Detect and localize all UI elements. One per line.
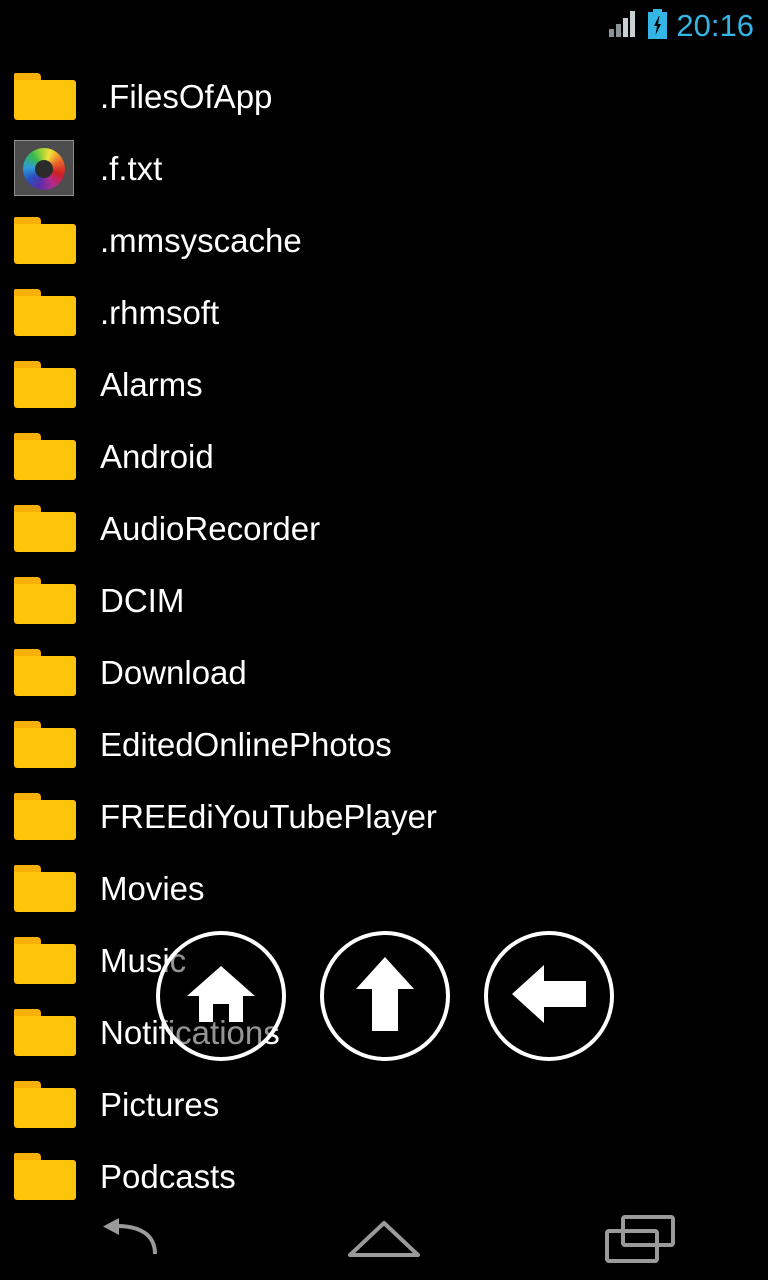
back-icon [97,1217,159,1265]
arrow-left-icon [510,963,588,1030]
home-outline-icon [346,1219,422,1264]
list-item[interactable]: .f.txt [0,132,768,204]
list-item-label: Pictures [100,1085,220,1123]
folder-icon [14,935,78,985]
list-item[interactable]: Download [0,636,768,708]
list-item[interactable]: .FilesOfApp [0,60,768,132]
list-item[interactable]: Alarms [0,348,768,420]
folder-icon [14,503,78,553]
folder-icon [14,575,78,625]
floating-up-button[interactable] [320,931,450,1061]
list-item-label: .rhmsoft [100,293,220,331]
folder-icon [14,719,78,769]
status-bar: 20:16 [0,0,768,52]
list-item-label: EditedOnlinePhotos [100,725,392,763]
folder-icon [14,647,78,697]
home-icon [185,962,257,1031]
floating-back-button[interactable] [484,931,614,1061]
system-navigation-bar[interactable] [0,1202,768,1280]
arrow-up-icon [354,955,416,1038]
folder-icon [14,1151,78,1201]
list-item[interactable]: .mmsyscache [0,204,768,276]
system-back-button[interactable] [0,1217,256,1265]
system-recents-button[interactable] [512,1214,768,1268]
folder-icon [14,431,78,481]
list-item-label: .mmsyscache [100,221,302,259]
recents-icon [605,1214,675,1268]
system-home-button[interactable] [256,1219,512,1264]
list-item-label: DCIM [100,581,185,619]
floating-nav-overlay[interactable] [156,931,614,1061]
list-item-label: AudioRecorder [100,509,321,547]
folder-icon [14,359,78,409]
list-item[interactable]: DCIM [0,564,768,636]
folder-icon [14,791,78,841]
folder-icon [14,71,78,121]
list-item[interactable]: Podcasts [0,1140,768,1208]
signal-bars-icon [609,10,639,42]
list-item-label: Podcasts [100,1157,236,1195]
list-item[interactable]: EditedOnlinePhotos [0,708,768,780]
list-item-label: .f.txt [100,149,163,187]
folder-icon [14,1079,78,1129]
folder-icon [14,863,78,913]
image-file-icon [14,140,78,196]
folder-icon [14,215,78,265]
list-item[interactable]: Movies [0,852,768,924]
list-item-label: Android [100,437,214,475]
folder-icon [14,1007,78,1057]
folder-icon [14,287,78,337]
list-item[interactable]: Android [0,420,768,492]
floating-home-button[interactable] [156,931,286,1061]
list-item-label: FREEdiYouTubePlayer [100,797,437,835]
list-item-label: .FilesOfApp [100,77,273,115]
list-item-label: Alarms [100,365,203,403]
list-item[interactable]: .rhmsoft [0,276,768,348]
list-item[interactable]: Pictures [0,1068,768,1140]
battery-charging-icon [648,8,668,44]
list-item-label: Download [100,653,247,691]
list-item[interactable]: FREEdiYouTubePlayer [0,780,768,852]
list-item[interactable]: AudioRecorder [0,492,768,564]
status-clock: 20:16 [676,7,754,43]
list-item-label: Movies [100,869,205,907]
status-icons: 20:16 [609,7,754,44]
